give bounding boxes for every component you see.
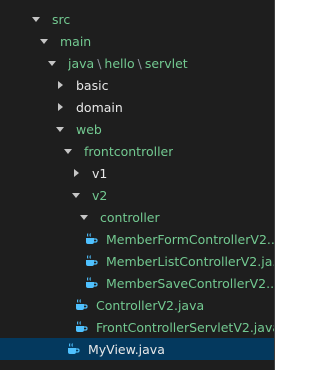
folder-label-controller: controller (100, 209, 160, 225)
tree-file-member-list-controller[interactable]: MemberListControllerV2.ja... (0, 250, 274, 272)
file-label-front-controller-servlet: FrontControllerServletV2.java (96, 319, 274, 335)
folder-label-basic: basic (76, 77, 109, 93)
tree-folder-v1[interactable]: v1 (0, 162, 274, 184)
tree-folder-web[interactable]: web (0, 118, 274, 140)
file-label-member-save: MemberSaveControllerV2.... (106, 275, 274, 291)
file-label-controller-v2: ControllerV2.java (96, 297, 205, 313)
tree-file-front-controller-servlet-v2[interactable]: FrontControllerServletV2.java (0, 316, 274, 338)
explorer-tree: src main java \ hello \ servlet basic do… (0, 0, 274, 370)
tree-file-myview[interactable]: MyView.java (0, 338, 274, 360)
chevron-down-icon (62, 145, 74, 157)
chevron-down-icon (38, 35, 50, 47)
tree-folder-main[interactable]: main (0, 30, 274, 52)
chevron-right-icon (54, 101, 66, 113)
tree-folder-src[interactable]: src (0, 8, 274, 30)
folder-label-hello: hello (104, 55, 135, 71)
tree-folder-frontcontroller[interactable]: frontcontroller (0, 140, 274, 162)
java-coffee-icon (84, 276, 98, 290)
path-separator: \ (137, 55, 142, 71)
folder-label-java: java (68, 55, 95, 71)
folder-label-main: main (60, 33, 92, 49)
folder-label-servlet: servlet (144, 55, 188, 71)
java-coffee-icon (74, 320, 88, 334)
java-coffee-icon (74, 298, 88, 312)
java-coffee-icon (84, 254, 98, 268)
chevron-down-icon (70, 189, 82, 201)
chevron-down-icon (54, 123, 66, 135)
file-label-member-list: MemberListControllerV2.ja... (106, 253, 274, 269)
chevron-right-icon (54, 79, 66, 91)
tree-file-member-form-controller[interactable]: MemberFormControllerV2.... (0, 228, 274, 250)
tree-folder-controller[interactable]: controller (0, 206, 274, 228)
java-coffee-icon (84, 232, 98, 246)
file-label-myview: MyView.java (88, 341, 165, 357)
chevron-down-icon (78, 211, 90, 223)
tree-file-controller-v2[interactable]: ControllerV2.java (0, 294, 274, 316)
folder-label-frontcontroller: frontcontroller (84, 143, 174, 159)
tree-folder-java-hello-servlet[interactable]: java \ hello \ servlet (0, 52, 274, 74)
tree-folder-domain[interactable]: domain (0, 96, 274, 118)
path-separator: \ (97, 55, 102, 71)
chevron-down-icon (30, 13, 42, 25)
chevron-right-icon (70, 167, 82, 179)
folder-label-web: web (76, 121, 102, 137)
java-coffee-icon (66, 342, 80, 356)
file-label-member-form: MemberFormControllerV2.... (106, 231, 274, 247)
tree-folder-basic[interactable]: basic (0, 74, 274, 96)
folder-label-v2: v2 (92, 187, 108, 203)
explorer-border (274, 0, 275, 370)
folder-label-src: src (52, 11, 71, 27)
chevron-down-icon (46, 57, 58, 69)
tree-folder-v2[interactable]: v2 (0, 184, 274, 206)
folder-label-v1: v1 (92, 165, 108, 181)
folder-label-domain: domain (76, 99, 123, 115)
tree-file-member-save-controller[interactable]: MemberSaveControllerV2.... (0, 272, 274, 294)
